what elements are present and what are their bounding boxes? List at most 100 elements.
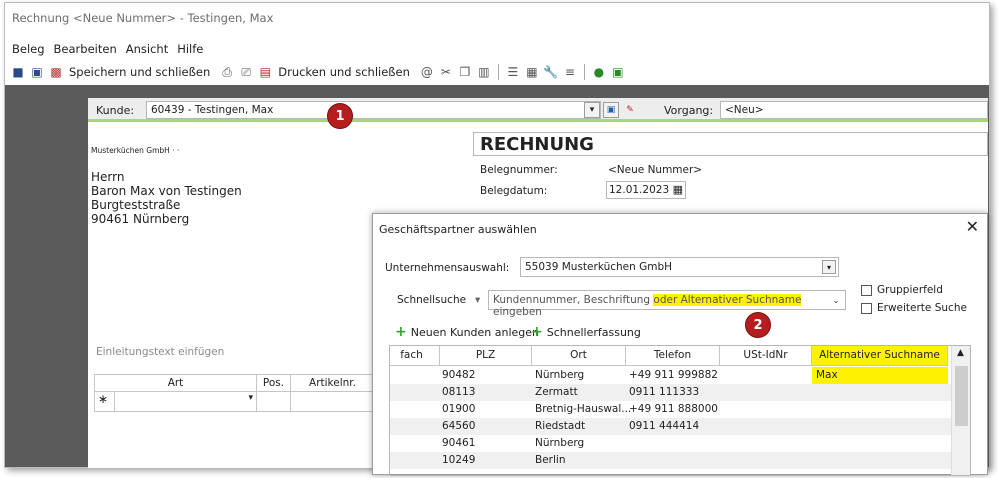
scrollbar-thumb[interactable] [955, 366, 968, 426]
annotation-badge-1: 1 [327, 103, 353, 129]
table-row[interactable]: 01900 Bretnig-Hauswal... +49 911 888000 [390, 401, 952, 418]
sender-line: Musterküchen GmbH · · [91, 146, 180, 155]
dialog-title: Geschäftspartner auswählen [379, 223, 537, 236]
column-artikelnr[interactable]: Artikelnr. [291, 375, 375, 391]
company-label: Unternehmensauswahl: [385, 262, 510, 274]
chevron-down-icon[interactable]: ⌄ [829, 293, 843, 307]
copy-icon[interactable]: ❐ [457, 64, 473, 80]
cell-telefon: 0911 444414 [629, 420, 700, 432]
intro-text-placeholder[interactable]: Einleitungstext einfügen [96, 346, 224, 358]
company-value: 55039 Musterküchen GmbH [525, 261, 673, 273]
save-as-icon[interactable]: ▣ [29, 64, 45, 80]
invoice-date-input[interactable]: 12.01.2023 ▦ [606, 181, 686, 199]
address-line: Burgteststraße [91, 198, 181, 212]
print-close-button[interactable]: Drucken und schließen [276, 65, 416, 79]
menu-ansicht[interactable]: Ansicht [125, 41, 169, 59]
customer-input[interactable]: 60439 - Testingen, Max [146, 101, 601, 119]
save-icon[interactable]: ■ [10, 64, 26, 80]
cell-plz: 08113 [442, 386, 476, 398]
chevron-up-icon[interactable]: ▲ [957, 348, 964, 358]
pencil-icon[interactable]: ✎ [622, 102, 638, 118]
quick-search-input[interactable]: Kundennummer, Beschriftung oder Alternat… [488, 290, 846, 318]
print-preview-icon[interactable]: ⎙ [219, 64, 235, 80]
extended-search-checkbox[interactable]: Erweiterte Suche [861, 302, 967, 314]
cell-plz: 10249 [442, 454, 476, 466]
chevron-down-icon[interactable]: ▾ [822, 260, 836, 274]
pos-cell[interactable] [257, 392, 291, 411]
table-row[interactable]: 64560 Riedstadt 0911 444414 [390, 418, 952, 435]
save-close-button[interactable]: Speichern und schließen [67, 65, 216, 79]
toolbar-separator [497, 64, 499, 80]
cell-telefon: +49 911 888000 [629, 403, 718, 415]
new-row-marker: ∗ [95, 392, 115, 411]
cell-alternative-name: Max [812, 367, 948, 384]
menu-beleg[interactable]: Beleg [11, 41, 46, 59]
invoice-number-label: Belegnummer: [480, 164, 558, 176]
company-select[interactable]: 55039 Musterküchen GmbH ▾ [520, 257, 839, 277]
chevron-down-icon[interactable]: ▾ [584, 102, 600, 118]
checkbox-box[interactable] [861, 302, 872, 314]
vorgang-input[interactable]: <Neu> [720, 101, 988, 119]
highlighted-text: oder Alternativer Suchname [653, 294, 802, 306]
column-pos[interactable]: Pos. [257, 375, 291, 391]
invoice-date-label: Belegdatum: [480, 185, 548, 197]
menu-hilfe[interactable]: Hilfe [176, 41, 204, 59]
table-row[interactable]: 08113 Zermatt 0911 111333 [390, 384, 952, 401]
art-select[interactable]: ▾ [115, 392, 257, 411]
extended-search-label: Erweiterte Suche [877, 302, 967, 314]
quick-search-label: Schnellsuche [397, 294, 467, 306]
invoice-number-value: <Neue Nummer> [608, 164, 703, 176]
new-customer-button[interactable]: + Neuen Kunden anlegen [395, 324, 539, 340]
quick-entry-button[interactable]: + Schnellerfassung [531, 324, 641, 340]
quick-entry-label: Schnellerfassung [546, 325, 641, 339]
annotation-badge-2: 2 [745, 312, 771, 338]
screen-icon[interactable]: ▣ [610, 64, 626, 80]
column-fach[interactable]: fach [390, 346, 440, 366]
cell-telefon: 0911 111333 [629, 386, 700, 398]
wrench-icon[interactable]: 🔧 [543, 64, 559, 80]
table-row[interactable]: 90461 Nürnberg [390, 435, 952, 452]
numbered-list-icon[interactable]: ≡ [562, 64, 578, 80]
table-row[interactable]: 90482 Nürnberg +49 911 999882 Max [390, 367, 952, 384]
group-field-label: Gruppierfeld [877, 284, 943, 296]
cell-telefon: +49 911 999882 [629, 369, 718, 381]
email-icon[interactable]: @ [419, 64, 435, 80]
positions-grid-header: Art Pos. Artikelnr. [94, 374, 376, 392]
help-icon[interactable]: ● [591, 64, 607, 80]
card-icon[interactable]: ▣ [603, 102, 619, 118]
chevron-down-icon[interactable]: ▾ [248, 393, 253, 403]
list-icon[interactable]: ☰ [505, 64, 521, 80]
cell-ort: Berlin [535, 454, 566, 466]
column-ust-idnr[interactable]: USt-IdNr [720, 346, 812, 366]
column-art[interactable]: Art [95, 375, 257, 391]
plus-icon: + [531, 324, 543, 340]
cut-icon[interactable]: ✂ [438, 64, 454, 80]
save-close-icon[interactable]: ▩ [48, 64, 64, 80]
column-alternative-name[interactable]: Alternativer Suchname [812, 346, 948, 366]
new-customer-label: Neuen Kunden anlegen [410, 325, 540, 339]
group-field-checkbox[interactable]: Gruppierfeld [861, 284, 943, 296]
calendar-icon[interactable]: ▦ [673, 183, 683, 196]
chevron-down-icon[interactable]: ▾ [475, 294, 480, 306]
customer-label: Kunde: [96, 104, 135, 117]
cell-ort: Nürnberg [535, 437, 585, 449]
column-plz[interactable]: PLZ [440, 346, 532, 366]
positions-grid-new-row[interactable]: ∗ ▾ [94, 392, 376, 412]
partner-dialog: Geschäftspartner auswählen ✕ Unternehmen… [372, 213, 988, 476]
column-ort[interactable]: Ort [532, 346, 626, 366]
cell-ort: Zermatt [535, 386, 578, 398]
table-row[interactable]: 10249 Berlin [390, 452, 952, 469]
plus-icon: + [395, 324, 407, 340]
print-close-icon[interactable]: ▤ [257, 64, 273, 80]
print-icon[interactable]: ⎚ [238, 64, 254, 80]
column-telefon[interactable]: Telefon [626, 346, 720, 366]
paste-icon[interactable]: ▥ [476, 64, 492, 80]
close-icon[interactable]: ✕ [966, 217, 979, 236]
menu-bar: Beleg Bearbeiten Ansicht Hilfe [5, 41, 204, 59]
table-icon[interactable]: ▦ [524, 64, 540, 80]
menu-bearbeiten[interactable]: Bearbeiten [53, 41, 118, 59]
vorgang-label: Vorgang: [664, 104, 714, 117]
table-scrollbar[interactable]: ▲ [951, 346, 970, 475]
artikelnr-cell[interactable] [291, 392, 375, 411]
checkbox-box[interactable] [861, 284, 872, 296]
